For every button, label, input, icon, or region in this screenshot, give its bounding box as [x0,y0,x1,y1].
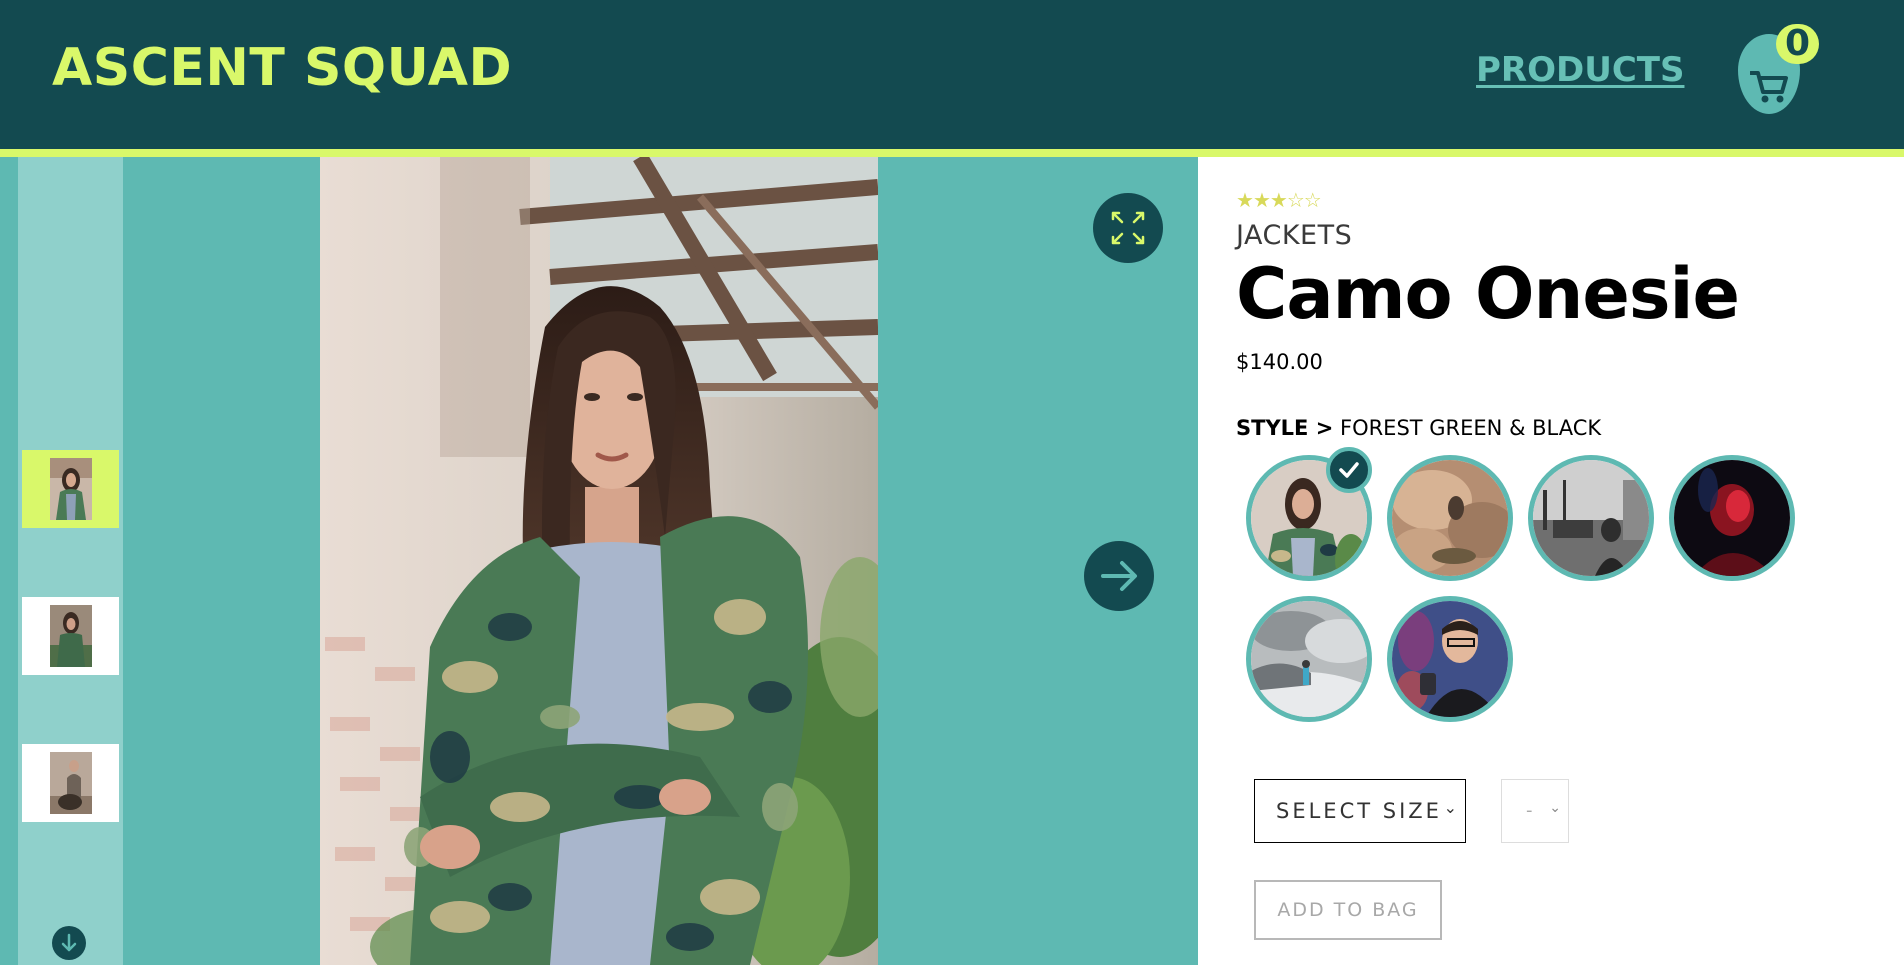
size-select[interactable]: SELECT SIZE ⌄ [1254,779,1466,843]
shopping-cart-icon [1750,71,1788,103]
thumbnail-rail [18,157,123,965]
swatch-image [1251,601,1367,717]
thumbnail-image [50,752,92,814]
product-title: Camo Onesie [1236,253,1740,335]
thumbnail-2[interactable] [22,597,119,675]
style-swatch-graffiti[interactable] [1387,596,1513,722]
rating-stars: ★★★☆☆ [1236,190,1322,212]
style-label: STYLE > [1236,416,1334,440]
size-select-value: SELECT SIZE [1276,799,1442,823]
product-price: $140.00 [1236,350,1323,374]
arrow-down-icon [61,933,77,952]
thumbnail-3[interactable] [22,744,119,822]
star-empty-icon: ☆ [1286,190,1305,212]
expand-icon [1111,211,1145,245]
thumbnail-scroll-down-button[interactable] [52,926,86,960]
swatch-image [1533,460,1649,576]
star-filled-icon: ★ [1269,190,1288,212]
style-swatch-snow-mountain[interactable] [1246,596,1372,722]
main-product-photo [320,157,878,965]
selected-check-badge [1326,447,1372,493]
product-category[interactable]: JACKETS [1236,220,1352,251]
add-to-bag-button[interactable]: ADD TO BAG [1254,880,1442,940]
thumbnail-image [50,458,92,520]
swatch-image [1674,460,1790,576]
style-swatch-harbor[interactable] [1528,455,1654,581]
chevron-down-icon: ⌄ [1443,798,1457,817]
style-value: FOREST GREEN & BLACK [1339,416,1602,440]
star-filled-icon: ★ [1252,190,1271,212]
product-gallery [0,157,1198,965]
header-accent-stripe [0,149,1904,157]
nav-products-link[interactable]: PRODUCTS [1476,50,1684,90]
arrow-right-icon [1101,561,1137,591]
checkmark-icon [1339,462,1359,478]
site-header: ASCENT SQUAD PRODUCTS 0 [0,0,1904,149]
star-empty-icon: ☆ [1303,190,1322,212]
brand-logo[interactable]: ASCENT SQUAD [52,38,512,98]
next-image-button[interactable] [1084,541,1154,611]
style-swatch-rocks[interactable] [1387,455,1513,581]
quantity-select[interactable]: - ⌄ [1501,779,1569,843]
product-info-panel: ★★★☆☆ JACKETS Camo Onesie $140.00 STYLE … [1236,157,1904,965]
star-filled-icon: ★ [1236,190,1254,212]
thumbnail-image [50,605,92,667]
swatch-image [1392,460,1508,576]
swatch-image [1392,601,1508,717]
quantity-select-value: - [1526,800,1533,821]
style-selection-label: STYLE > FOREST GREEN & BLACK [1236,416,1601,440]
cart-count-badge: 0 [1776,24,1820,64]
thumbnail-1[interactable] [22,450,119,528]
expand-image-button[interactable] [1093,193,1163,263]
chevron-down-icon: ⌄ [1549,800,1561,816]
style-swatch-red-neon[interactable] [1669,455,1795,581]
